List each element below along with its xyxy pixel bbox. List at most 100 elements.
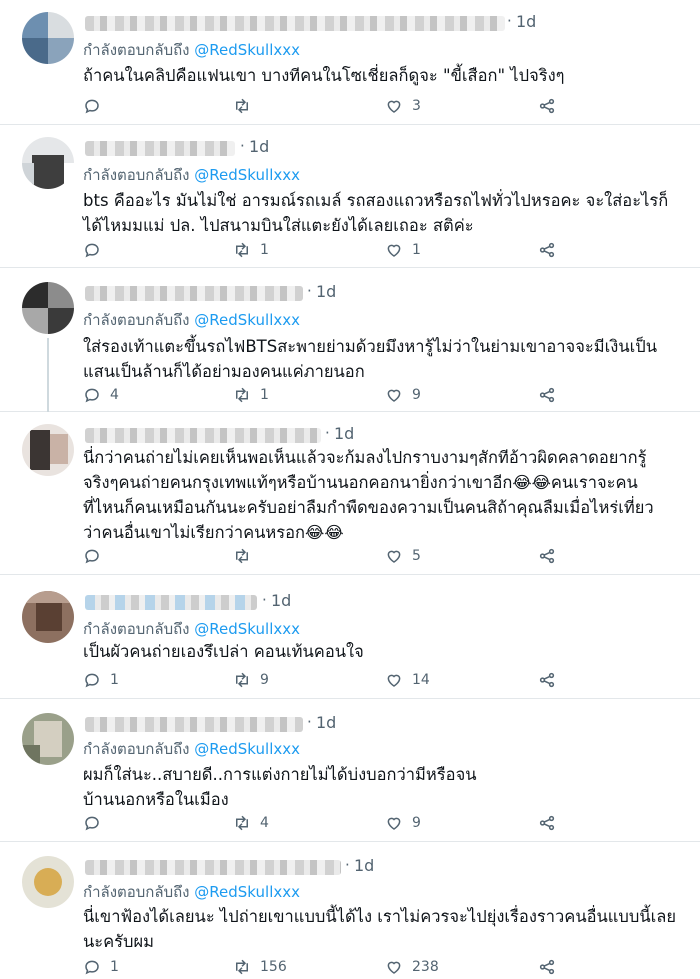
heart-icon	[387, 389, 401, 402]
replying-to-handle[interactable]: @RedSkullxxx	[194, 883, 300, 901]
avatar[interactable]	[22, 856, 74, 908]
separator-dot: ·	[307, 282, 312, 300]
heart-icon	[387, 550, 401, 563]
retweet-button[interactable]: 9	[233, 669, 269, 691]
retweet-icon	[236, 672, 248, 688]
replying-to-handle[interactable]: @RedSkullxxx	[194, 311, 300, 329]
tweet-header: · 1d	[83, 282, 643, 304]
retweet-button[interactable]: 156	[233, 956, 287, 978]
timestamp[interactable]: 1d	[354, 856, 374, 875]
reply-tweet[interactable]: · 1d กำลังตอบกลับถึง @RedSkullxxx ผมก็ใส…	[0, 699, 700, 842]
reply-button[interactable]	[83, 239, 110, 261]
reply-count: 1	[110, 672, 119, 688]
display-name-blurred[interactable]	[85, 860, 341, 875]
replying-to-handle[interactable]: @RedSkullxxx	[194, 740, 300, 758]
retweet-button[interactable]	[233, 95, 260, 117]
share-button[interactable]	[538, 384, 556, 406]
heart-icon	[387, 961, 401, 974]
reply-icon	[85, 673, 99, 688]
share-button[interactable]	[538, 812, 556, 834]
retweet-count: 1	[260, 387, 269, 403]
timestamp[interactable]: 1d	[316, 282, 336, 301]
timestamp[interactable]: 1d	[271, 591, 291, 610]
heart-icon	[387, 674, 401, 687]
timestamp[interactable]: 1d	[334, 424, 354, 443]
like-button[interactable]: 3	[385, 95, 421, 117]
like-count: 5	[412, 548, 421, 564]
like-button[interactable]: 5	[385, 545, 421, 567]
like-button[interactable]: 238	[385, 956, 439, 978]
avatar[interactable]	[22, 12, 74, 64]
action-bar: 1 9 14	[83, 669, 563, 691]
avatar[interactable]	[22, 591, 74, 643]
separator-dot: ·	[262, 591, 267, 609]
reply-tweet[interactable]: · 1d กำลังตอบกลับถึง @RedSkullxxx ใส่รอง…	[0, 268, 700, 412]
replying-to-label: กำลังตอบกลับถึง	[83, 311, 190, 329]
share-button[interactable]	[538, 95, 556, 117]
retweet-icon	[236, 242, 248, 258]
reply-tweet[interactable]: · 1d กำลังตอบกลับถึง @RedSkullxxx นี่เขา…	[0, 842, 700, 979]
tweet-header: · 1d	[83, 856, 643, 878]
action-bar: 5	[83, 545, 563, 567]
reply-button[interactable]: 1	[83, 669, 119, 691]
like-count: 9	[412, 815, 421, 831]
display-name-blurred[interactable]	[85, 141, 235, 156]
display-name-blurred[interactable]	[85, 16, 505, 31]
share-button[interactable]	[538, 956, 556, 978]
like-count: 9	[412, 387, 421, 403]
heart-icon	[387, 244, 401, 257]
replying-to: กำลังตอบกลับถึง @RedSkullxxx	[83, 880, 300, 904]
action-bar: 3	[83, 95, 563, 117]
share-button[interactable]	[538, 239, 556, 261]
reply-button[interactable]	[83, 545, 110, 567]
display-name-blurred[interactable]	[85, 595, 257, 610]
retweet-button[interactable]: 1	[233, 384, 269, 406]
avatar[interactable]	[22, 424, 74, 476]
replying-to-handle[interactable]: @RedSkullxxx	[194, 620, 300, 638]
reply-tweet[interactable]: · 1d กำลังตอบกลับถึง @RedSkullxxx bts คื…	[0, 125, 700, 268]
timestamp[interactable]: 1d	[249, 137, 269, 156]
reply-button[interactable]: 4	[83, 384, 119, 406]
reply-count: 4	[110, 387, 119, 403]
avatar[interactable]	[22, 282, 74, 334]
replying-to-label: กำลังตอบกลับถึง	[83, 166, 190, 184]
share-button[interactable]	[538, 545, 556, 567]
reply-icon	[85, 549, 99, 564]
display-name-blurred[interactable]	[85, 717, 303, 732]
tweet-header: · 1d	[83, 713, 643, 735]
reply-tweet[interactable]: · 1d กำลังตอบกลับถึง @RedSkullxxx ถ้าคนใ…	[0, 0, 700, 125]
tweet-text: ใส่รองเท้าแตะขึ้นรถไฟBTSสะพายย่ามด้วยมึง…	[83, 337, 658, 381]
timestamp[interactable]: 1d	[316, 713, 336, 732]
avatar[interactable]	[22, 713, 74, 765]
replying-to-handle[interactable]: @RedSkullxxx	[194, 166, 300, 184]
like-button[interactable]: 14	[385, 669, 430, 691]
tweet-header: · 1d	[83, 591, 643, 613]
share-icon	[539, 242, 555, 258]
replying-to-label: กำลังตอบกลับถึง	[83, 740, 190, 758]
share-button[interactable]	[538, 669, 556, 691]
retweet-button[interactable]	[233, 545, 260, 567]
tweet-text: ผมก็ใส่นะ..สบายดี..การแต่งกายไม่ได้บ่งบอ…	[83, 765, 477, 809]
action-bar: 1 1	[83, 239, 563, 261]
reply-icon	[85, 816, 99, 831]
reply-button[interactable]	[83, 95, 110, 117]
display-name-blurred[interactable]	[85, 286, 303, 301]
reply-tweet[interactable]: · 1d กำลังตอบกลับถึง @RedSkullxxx เป็นผั…	[0, 575, 700, 699]
retweet-count: 1	[260, 242, 269, 258]
replying-to: กำลังตอบกลับถึง @RedSkullxxx	[83, 163, 300, 187]
avatar[interactable]	[22, 137, 74, 189]
replying-to-label: กำลังตอบกลับถึง	[83, 41, 190, 59]
reply-button[interactable]	[83, 812, 110, 834]
tweet-text: นี่เขาฟ้องได้เลยนะ ไปถ่ายเขาแบบนี้ได้ไง …	[83, 907, 677, 951]
retweet-button[interactable]: 4	[233, 812, 269, 834]
like-button[interactable]: 1	[385, 239, 421, 261]
reply-button[interactable]: 1	[83, 956, 119, 978]
replying-to-handle[interactable]: @RedSkullxxx	[194, 41, 300, 59]
timestamp[interactable]: 1d	[516, 12, 536, 31]
like-button[interactable]: 9	[385, 812, 421, 834]
reply-tweet[interactable]: · 1d นี่กว่าคนถ่ายไม่เคยเห็นพอเห็นแล้วจะ…	[0, 412, 700, 575]
replying-to: กำลังตอบกลับถึง @RedSkullxxx	[83, 737, 300, 761]
display-name-blurred[interactable]	[85, 428, 321, 443]
like-button[interactable]: 9	[385, 384, 421, 406]
retweet-button[interactable]: 1	[233, 239, 269, 261]
